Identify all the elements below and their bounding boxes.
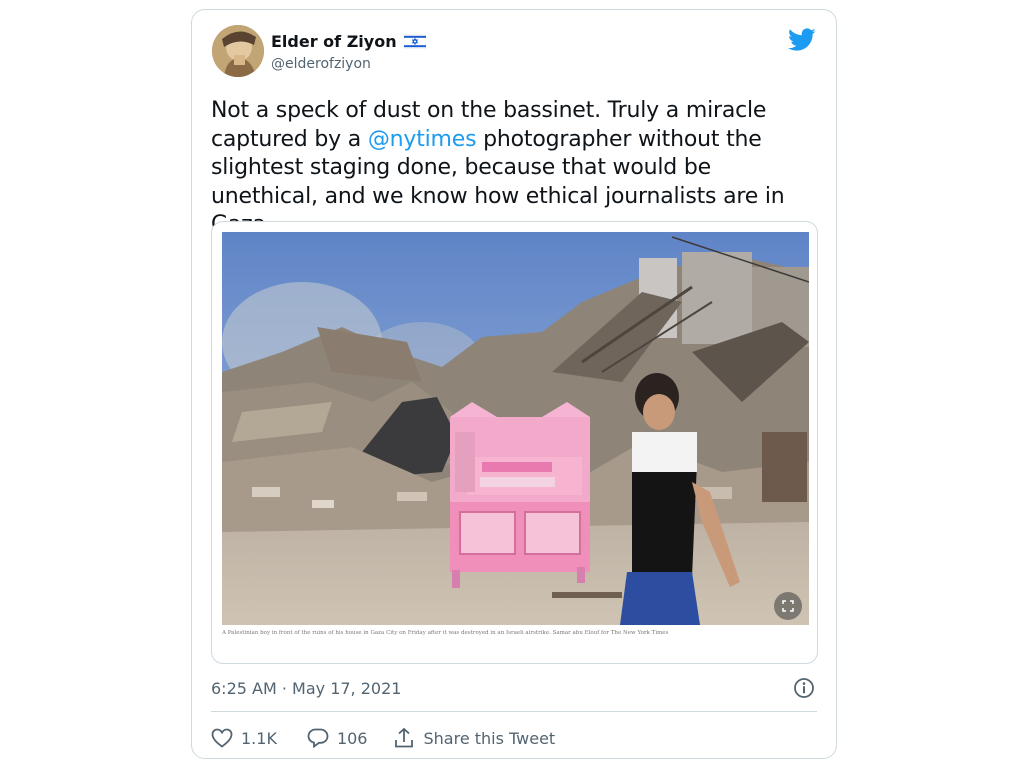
like-button[interactable]: 1.1K (211, 728, 277, 748)
expand-photo-button[interactable] (774, 592, 802, 620)
tweet-timestamp[interactable]: 6:25 AM · May 17, 2021 (211, 679, 401, 698)
twitter-bird-icon[interactable] (788, 28, 816, 52)
heart-icon (211, 728, 233, 748)
israel-flag-icon (403, 34, 426, 49)
reply-count: 106 (336, 728, 368, 748)
info-icon[interactable] (792, 676, 816, 700)
tweet-text: Not a speck of dust on the bassinet. Tru… (211, 97, 821, 240)
photo-caption: A Palestinian boy in front of the ruins … (222, 629, 692, 638)
caption-credit: Samar abu Elouf for The New York Times (552, 630, 669, 636)
action-bar: 1.1K 106 Share this Tweet (211, 724, 555, 752)
mention-link[interactable]: @nytimes (368, 127, 477, 152)
news-photo[interactable] (222, 232, 809, 625)
share-arrow-icon (395, 727, 414, 748)
reply-button[interactable]: 106 (307, 728, 368, 748)
author-avatar[interactable] (212, 25, 264, 77)
speech-bubble-icon (307, 728, 329, 748)
like-count: 1.1K (241, 728, 277, 748)
tweet-card: Elder of Ziyon @elderofziyon Not a speck… (191, 9, 837, 759)
divider (211, 711, 817, 712)
author-display-name[interactable]: Elder of Ziyon (271, 32, 397, 51)
share-button[interactable]: Share this Tweet (393, 727, 555, 749)
share-label: Share this Tweet (423, 728, 556, 748)
caption-text: A Palestinian boy in front of the ruins … (222, 630, 551, 636)
embedded-photo-card[interactable]: A Palestinian boy in front of the ruins … (211, 221, 818, 664)
author-handle[interactable]: @elderofziyon (271, 56, 371, 72)
expand-icon (782, 600, 794, 612)
